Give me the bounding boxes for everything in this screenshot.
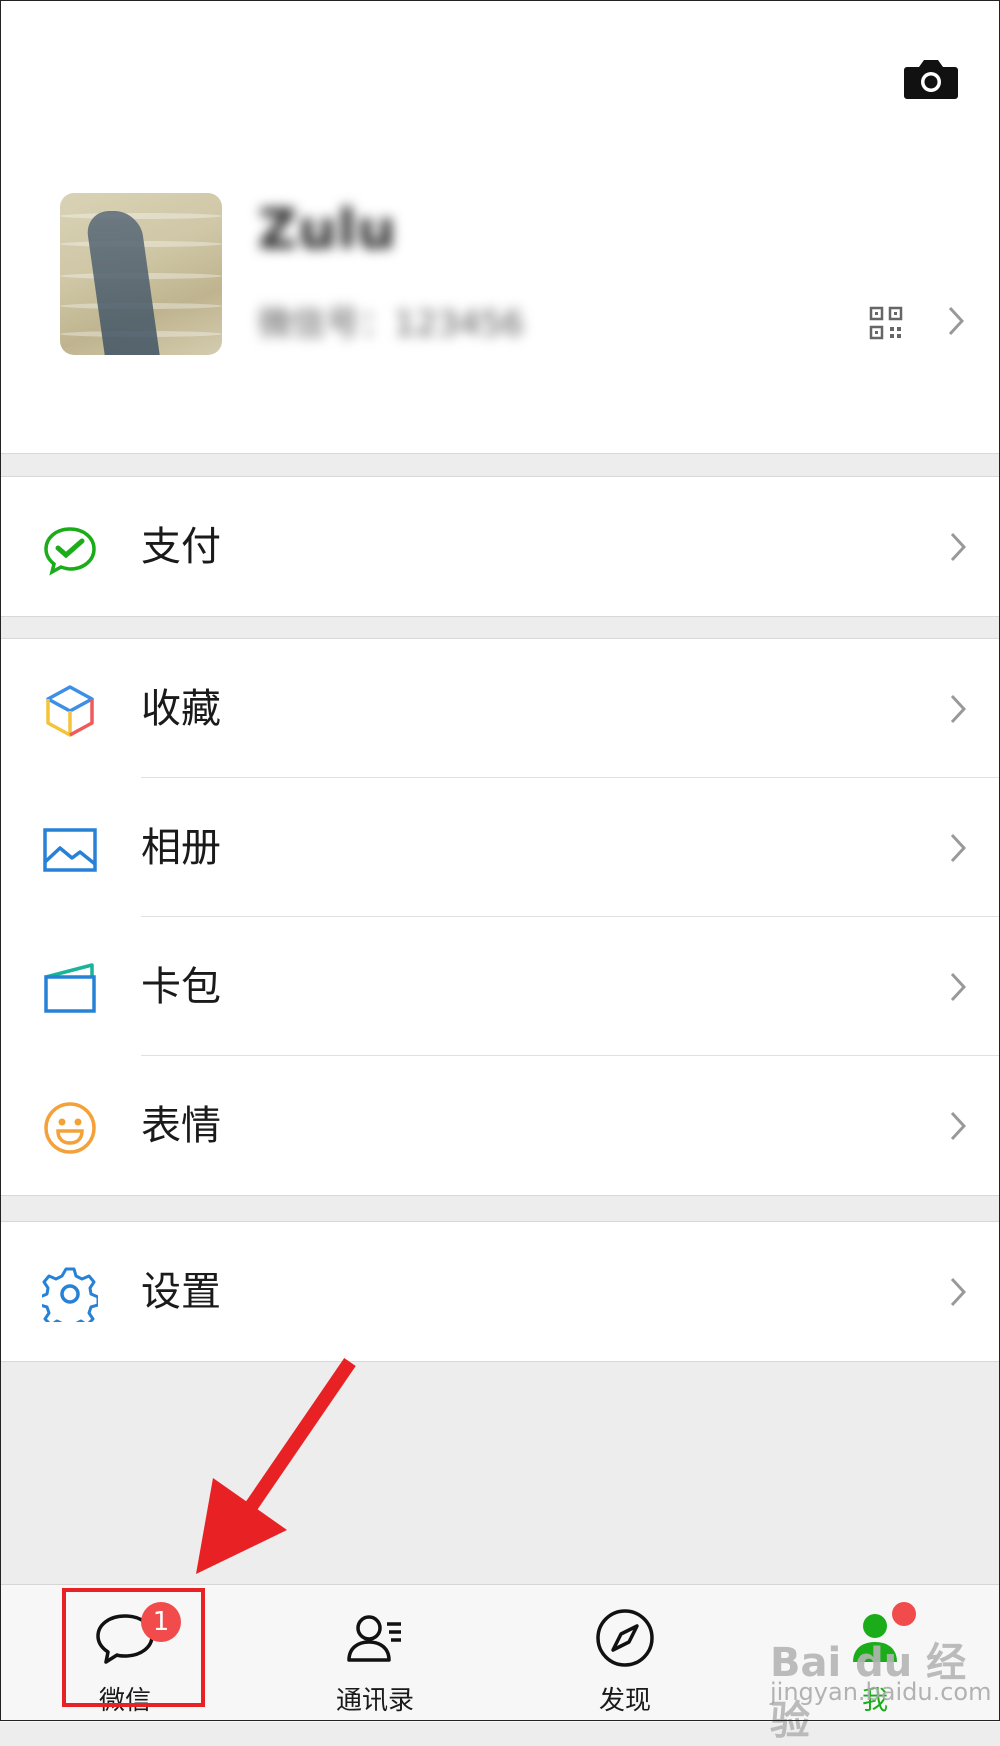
chevron-right-icon bbox=[950, 694, 966, 724]
menu-item-label: 卡包 bbox=[141, 964, 221, 1010]
menu-item-pay[interactable]: 支付 bbox=[0, 477, 1000, 616]
qr-code-icon[interactable] bbox=[869, 306, 903, 340]
pay-icon bbox=[42, 521, 98, 577]
tab-discover[interactable]: 发现 bbox=[525, 1585, 725, 1722]
tab-label: 通讯录 bbox=[335, 1686, 414, 1716]
menu-item-label: 相册 bbox=[141, 825, 221, 871]
menu-item-card-wallet[interactable]: 卡包 bbox=[0, 917, 1000, 1056]
sticker-smile-icon bbox=[42, 1100, 98, 1156]
menu-item-album[interactable]: 相册 bbox=[0, 778, 1000, 917]
menu-item-favorites[interactable]: 收藏 bbox=[0, 639, 1000, 778]
favorites-cube-icon bbox=[42, 683, 98, 739]
annotation-highlight-box bbox=[62, 1588, 205, 1707]
menu-item-label: 收藏 bbox=[141, 686, 221, 732]
chevron-right-icon bbox=[950, 833, 966, 863]
chevron-right-icon bbox=[950, 972, 966, 1002]
watermark-url: jingyan.baidu.com bbox=[770, 1678, 992, 1706]
menu-item-label: 表情 bbox=[141, 1103, 221, 1149]
tab-contacts[interactable]: 通讯录 bbox=[275, 1585, 475, 1722]
chevron-right-icon bbox=[950, 1111, 966, 1141]
chevron-right-icon bbox=[950, 532, 966, 562]
menu-item-stickers[interactable]: 表情 bbox=[0, 1056, 1000, 1195]
menu-item-label: 支付 bbox=[141, 524, 221, 570]
camera-icon[interactable] bbox=[903, 55, 959, 101]
menu-group-settings: 设置 bbox=[0, 1221, 1000, 1362]
profile-wechat-id: 微信号：123456 bbox=[258, 304, 524, 344]
chevron-right-icon[interactable] bbox=[948, 306, 964, 336]
chevron-right-icon bbox=[950, 1277, 966, 1307]
profile-header: Zulu 微信号：123456 bbox=[0, 0, 1000, 454]
notification-dot bbox=[892, 1602, 916, 1626]
menu-item-label: 设置 bbox=[141, 1269, 221, 1315]
menu-item-settings[interactable]: 设置 bbox=[0, 1222, 1000, 1361]
card-wallet-icon bbox=[42, 961, 98, 1017]
tab-label: 发现 bbox=[598, 1686, 651, 1716]
avatar[interactable] bbox=[60, 193, 222, 355]
menu-group-pay: 支付 bbox=[0, 476, 1000, 617]
settings-gear-icon bbox=[38, 1266, 100, 1333]
album-icon bbox=[42, 822, 98, 878]
contacts-icon bbox=[343, 1606, 407, 1670]
menu-group-main: 收藏 相册 卡包 表情 bbox=[0, 638, 1000, 1196]
profile-nickname: Zulu bbox=[258, 198, 397, 261]
compass-icon bbox=[593, 1606, 657, 1670]
